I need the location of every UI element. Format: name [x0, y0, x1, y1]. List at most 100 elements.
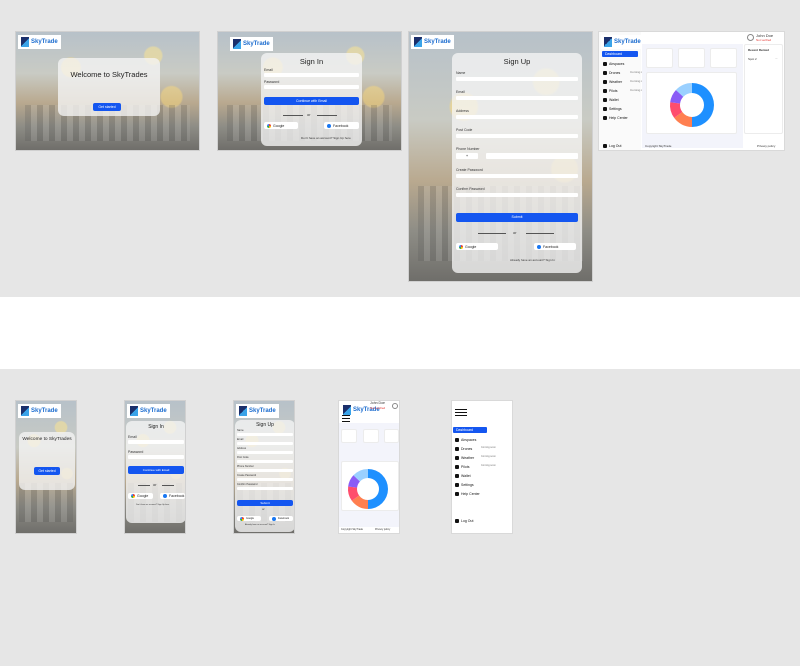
signup-title: Sign Up	[503, 57, 531, 66]
logo-icon	[233, 39, 241, 49]
phone-code-field[interactable]: +	[456, 153, 478, 159]
name-field[interactable]	[237, 433, 293, 436]
address-label: Address	[237, 447, 247, 450]
confirm-password-label: Confirm Password	[456, 187, 485, 191]
submit-button[interactable]: Submit	[456, 213, 578, 222]
google-icon	[240, 516, 244, 521]
password-field[interactable]	[128, 455, 184, 459]
postcode-label: Post Code	[237, 456, 249, 459]
avatar[interactable]	[747, 34, 754, 41]
logo-icon	[130, 406, 138, 416]
brand-name: SkyTrade	[243, 41, 270, 47]
sidebar-item-airspaces[interactable]: Airspaces	[455, 438, 476, 442]
panel-title: Recent Rented	[748, 48, 770, 52]
sidebar-item-wallet[interactable]: Wallet	[603, 98, 619, 102]
or-text: or	[153, 482, 157, 487]
signin-card: Sign In Email Password Continue with Ema…	[261, 53, 362, 146]
name-field[interactable]	[456, 77, 578, 81]
google-icon	[131, 494, 135, 498]
desktop-signin-screen: SkyTrade Sign In Email Password Continue…	[217, 31, 402, 151]
brand-name: SkyTrade	[614, 39, 641, 45]
google-button[interactable]: Google	[456, 243, 498, 250]
sidebar-item-drones[interactable]: Drones	[603, 71, 620, 75]
postcode-field[interactable]	[237, 460, 293, 463]
facebook-label: Facebook	[278, 517, 289, 520]
phone-number-field[interactable]	[237, 469, 293, 472]
facebook-label: Facebook	[543, 244, 559, 249]
confirm-password-field[interactable]	[237, 487, 293, 490]
facebook-button[interactable]: Facebook	[534, 243, 576, 250]
signup-card: Sign Up Name Email Address Post Code Pho…	[235, 420, 294, 532]
logo-icon	[21, 37, 29, 47]
footer-left: Copyright SkyTrade	[645, 144, 672, 148]
google-button[interactable]: Google	[264, 122, 298, 129]
address-field[interactable]	[456, 115, 578, 119]
desktop-signup-screen: SkyTrade Sign Up Name Email Address Post…	[408, 31, 593, 282]
sidebar-item-label: Pilots	[461, 465, 470, 469]
password-field[interactable]	[264, 85, 359, 89]
sidebar-item-dashboard[interactable]: Dashboard	[602, 51, 638, 57]
mobile-menu-screen: Dashboard Airspaces Drones Weather Pilot…	[451, 400, 513, 534]
sidebar-item-wallet[interactable]: Wallet	[455, 474, 471, 478]
stat-card	[646, 48, 673, 68]
sidebar-item-help[interactable]: Help Center	[603, 116, 628, 120]
facebook-button[interactable]: Facebook	[324, 122, 359, 129]
get-started-button[interactable]: Get started	[34, 467, 60, 475]
phone-label: Phone Number	[456, 147, 480, 151]
avatar[interactable]	[392, 403, 398, 409]
sidebar-item-drones[interactable]: Drones	[455, 447, 472, 451]
sidebar-item-weather[interactable]: Weather	[603, 80, 622, 84]
signup-link[interactable]: Don't have an account? Sign Up here	[301, 136, 351, 140]
sidebar-item-help[interactable]: Help Center	[455, 492, 480, 496]
facebook-button[interactable]: Facebook	[160, 493, 185, 499]
user-status: Not verified	[756, 38, 772, 42]
footer-right[interactable]: Privacy policy	[375, 528, 390, 531]
email-label: Email	[237, 438, 244, 441]
footer-right[interactable]: Privacy policy	[757, 144, 775, 148]
sidebar-item-pilots[interactable]: Pilots	[603, 89, 618, 93]
sidebar-item-settings[interactable]: Settings	[603, 107, 622, 111]
welcome-title: Welcome to SkyTrades	[22, 437, 72, 442]
address-field[interactable]	[237, 451, 293, 454]
continue-email-button[interactable]: Continue with Email	[264, 97, 359, 105]
panel-more[interactable]: ...	[775, 56, 778, 60]
email-field[interactable]	[237, 442, 293, 445]
sidebar-item-label: Pilots	[609, 89, 618, 93]
create-password-label: Create Password	[237, 474, 257, 477]
desktop-dashboard-screen: SkyTrade Dashboard Airspaces Drones Weat…	[598, 31, 785, 151]
sidebar-item-airspaces[interactable]: Airspaces	[603, 62, 624, 66]
create-password-field[interactable]	[456, 174, 578, 178]
brand-name: SkyTrade	[140, 408, 167, 414]
email-field[interactable]	[264, 73, 359, 77]
sidebar-item-weather[interactable]: Weather	[455, 456, 474, 460]
logout-button[interactable]: Log Out	[455, 519, 473, 523]
google-button[interactable]: Google	[237, 516, 261, 521]
sidebar-item-label: Drones	[609, 71, 621, 75]
panel-item: Spot 2	[748, 57, 757, 61]
google-icon	[267, 123, 271, 128]
google-button[interactable]: Google	[128, 493, 153, 499]
postcode-field[interactable]	[456, 134, 578, 138]
facebook-button[interactable]: Facebook	[269, 516, 293, 521]
logout-button[interactable]: Log Out	[603, 144, 621, 148]
stat-card	[341, 429, 357, 443]
sidebar-item-pilots[interactable]: Pilots	[455, 465, 470, 469]
sidebar-item-settings[interactable]: Settings	[455, 483, 474, 487]
google-label: Google	[137, 494, 149, 498]
continue-email-button[interactable]: Continue with Email	[128, 466, 184, 474]
phone-number-field[interactable]	[486, 153, 578, 159]
signin-link[interactable]: Already have an account? Sign In	[245, 524, 275, 526]
sidebar-item-dashboard[interactable]: Dashboard	[453, 427, 487, 433]
submit-button[interactable]: Submit	[237, 500, 293, 506]
create-password-field[interactable]	[237, 478, 293, 481]
email-field[interactable]	[128, 440, 184, 444]
confirm-password-field[interactable]	[456, 193, 578, 197]
signin-link[interactable]: Already have an account? Sign In	[510, 258, 555, 262]
get-started-button[interactable]: Get started	[93, 103, 121, 111]
cloud-icon	[455, 456, 459, 460]
donut-slice-A	[368, 469, 388, 509]
hamburger-menu-icon[interactable]	[455, 409, 467, 418]
email-field[interactable]	[456, 96, 578, 100]
google-label: Google	[465, 244, 477, 249]
signup-link[interactable]: Don't have an account? Sign Up here	[136, 504, 169, 506]
